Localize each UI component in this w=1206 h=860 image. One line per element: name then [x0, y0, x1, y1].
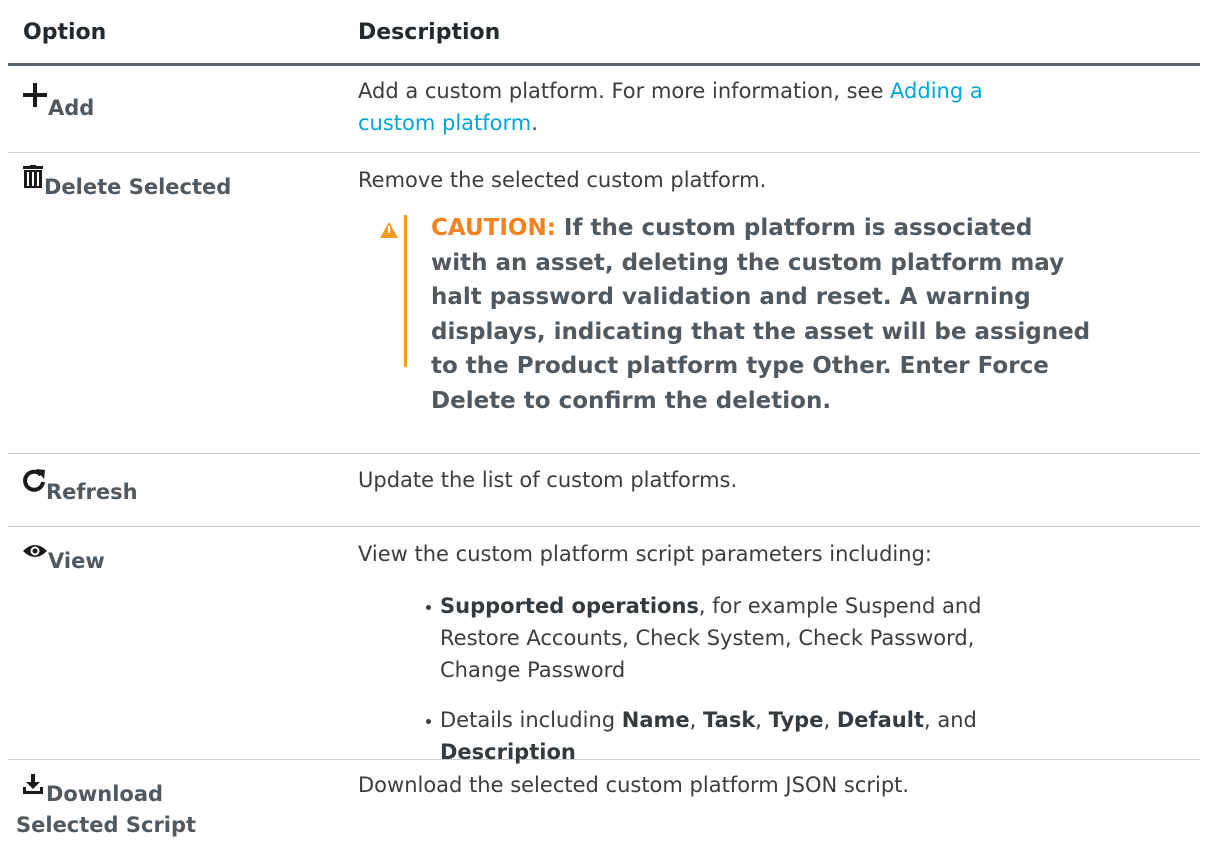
description-view: View the custom platform script paramete…: [358, 542, 932, 566]
download-icon: [22, 773, 44, 804]
caution-line-3: halt password validation and reset. A wa…: [431, 284, 1031, 310]
table-row-refresh: Refresh Update the list of custom platfo…: [8, 454, 1200, 527]
add-desc-text: Add a custom platform. For more informat…: [358, 79, 891, 103]
bullet1-line3: Change Password: [440, 658, 626, 682]
option-delete: Delete Selected: [22, 165, 342, 199]
caution-line-5: to the Product platform type Other. Ente…: [431, 353, 1049, 379]
option-download-label-1: Download: [46, 782, 164, 806]
description-refresh: Update the list of custom platforms.: [358, 468, 738, 492]
warning-icon: [380, 222, 398, 238]
option-refresh: Refresh: [22, 468, 342, 504]
caution-line-6: Delete to confirm the deletion.: [431, 387, 832, 414]
table-row-view: View View the custom platform script par…: [8, 527, 1200, 764]
option-add: Add: [22, 82, 342, 120]
bullet2-start: Details including: [440, 708, 622, 732]
bullet2-sep: ,: [689, 708, 704, 732]
option-refresh-label: Refresh: [46, 480, 138, 504]
caution-bar: [404, 215, 407, 367]
bullet2-type: Type: [768, 708, 824, 732]
add-desc-end: .: [531, 111, 538, 135]
bullet1-line1: , for example Suspend and: [698, 594, 982, 618]
table-row-download: Download Selected Script Download the se…: [8, 760, 1200, 860]
bullet1-line2: Restore Accounts, Check System, Check Pa…: [440, 626, 975, 650]
bullet2-sep: ,: [755, 708, 769, 732]
caution-line-4: displays, indicating that the asset will…: [431, 318, 1091, 345]
description-add: Add a custom platform. For more informat…: [358, 75, 1188, 139]
description-delete: Remove the selected custom platform.: [358, 168, 767, 192]
option-download-label-2: Selected Script: [16, 813, 197, 837]
bullet2-default: Default: [836, 708, 924, 732]
bullet-dot: [426, 719, 431, 724]
option-view-label: View: [48, 549, 105, 573]
table-row-add: Add Add a custom platform. For more info…: [8, 66, 1200, 153]
caution-line-1: If the custom platform is associated: [563, 215, 1033, 241]
list-item: Details including Name, Task, Type, Defa…: [426, 704, 1190, 768]
description-download: Download the selected custom platform JS…: [358, 773, 910, 797]
bullet2-sep: ,: [823, 708, 837, 732]
option-download: Download Selected Script: [16, 771, 342, 841]
caution-line-2: with an asset, deleting the custom platf…: [431, 249, 1065, 276]
trash-icon: [22, 165, 44, 194]
caution-label: CAUTION:: [431, 215, 556, 241]
view-bullet-list: Supported operations, for example Suspen…: [426, 590, 1190, 768]
eye-icon: [22, 541, 48, 565]
caution-text: CAUTION: If the custom platform is assoc…: [431, 211, 1191, 418]
plus-icon: [22, 82, 48, 113]
refresh-icon: [22, 468, 46, 497]
bullet2-and: , and: [923, 708, 977, 732]
bullet1-bold: Supported operations: [440, 594, 699, 618]
bullet2-task: Task: [703, 708, 756, 732]
list-item: Supported operations, for example Suspen…: [426, 590, 1190, 686]
table-row-delete: Delete Selected Remove the selected cust…: [8, 153, 1200, 454]
bullet2-name: Name: [621, 708, 690, 732]
bullet-dot: [426, 605, 431, 610]
adding-custom-platform-link-cont[interactable]: custom platform: [358, 111, 531, 135]
table-header: Option Description: [8, 0, 1200, 66]
option-add-label: Add: [48, 96, 95, 120]
header-description: Description: [358, 20, 501, 45]
options-table: Option Description Add Add a custom plat…: [8, 0, 1200, 860]
adding-custom-platform-link[interactable]: Adding a: [890, 79, 983, 103]
option-delete-label: Delete Selected: [44, 175, 232, 199]
option-view: View: [22, 539, 342, 573]
header-option: Option: [23, 20, 107, 45]
